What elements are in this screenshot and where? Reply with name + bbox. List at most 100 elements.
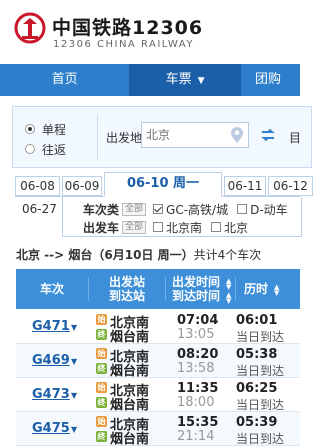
depart-station-label: 出发车 bbox=[83, 220, 120, 235]
to-station: 烟台南 bbox=[110, 330, 150, 345]
train-type-all-button[interactable]: 全部 bbox=[122, 202, 147, 216]
depart-time: 07:04 bbox=[177, 313, 219, 328]
results-table-header: 车次 出发站 到达站 出发时间 到达时间 ▲ ▼ ▲ ▼ 历时 ▲ ▼ bbox=[16, 269, 300, 309]
depart-time: 08:20 bbox=[177, 347, 219, 362]
main-nav: 首页 车票 ▼ 团购 bbox=[0, 64, 300, 96]
sort-depart-icon[interactable]: ▲ ▼ bbox=[226, 278, 231, 291]
one-way-label: 单程 bbox=[42, 122, 67, 137]
beijingnan-checkbox[interactable] bbox=[153, 222, 164, 232]
date-tab-0609[interactable]: 06-09 bbox=[62, 176, 102, 196]
d-label: D-动车 bbox=[250, 202, 288, 217]
col-train[interactable]: 车次 bbox=[16, 269, 88, 309]
site-header: 中国铁路12306 12306 CHINA RAILWAY bbox=[0, 0, 300, 64]
summary-count: 共计4个车次 bbox=[193, 248, 262, 262]
arrive-time: 13:58 bbox=[177, 361, 215, 376]
table-row[interactable]: G469 ▼ 始 北京南 终 烟台南 08:20 13:58 05:38 当日到… bbox=[16, 344, 300, 379]
col-stations[interactable]: 出发站 到达站 bbox=[89, 269, 165, 309]
date-tab-0612[interactable]: 06-12 bbox=[268, 176, 313, 196]
chevron-down-icon[interactable]: ▼ bbox=[71, 391, 77, 400]
start-station-badge: 始 bbox=[96, 416, 107, 427]
one-way-radio[interactable] bbox=[25, 124, 35, 134]
sort-arrive-icon[interactable]: ▲ ▼ bbox=[226, 292, 231, 305]
train-number-link[interactable]: G469 bbox=[32, 353, 70, 368]
summary-route: 北京 --> 烟台 bbox=[16, 248, 93, 262]
chevron-down-icon[interactable]: ▼ bbox=[71, 357, 77, 366]
end-station-badge: 终 bbox=[96, 397, 107, 408]
depart-station-all-button[interactable]: 全部 bbox=[122, 220, 147, 234]
date-tab-0610[interactable]: 06-10 周一 bbox=[104, 172, 222, 197]
train-type-filter: 车次类 全部 GC-高铁/城 D-动车 bbox=[83, 201, 297, 217]
depart-station-filter: 出发车 全部 北京南 北京 bbox=[83, 219, 257, 235]
search-panel: 单程 往返 出发地 目 bbox=[12, 106, 312, 168]
table-row[interactable]: G473 ▼ 始 北京南 终 烟台南 11:35 18:00 06:25 当日到… bbox=[16, 378, 300, 413]
arrive-time: 21:14 bbox=[177, 429, 215, 444]
end-station-badge: 终 bbox=[96, 431, 107, 442]
col-duration-label: 历时 bbox=[243, 282, 268, 296]
arrival-day: 当日到达 bbox=[236, 398, 285, 412]
chevron-down-icon[interactable]: ▼ bbox=[71, 425, 77, 434]
summary-date: （6月10日 周一） bbox=[92, 248, 194, 262]
duration: 06:25 bbox=[236, 381, 278, 396]
result-summary: 北京 --> 烟台（6月10日 周一）共计4个车次 bbox=[16, 246, 261, 263]
train-number-link[interactable]: G473 bbox=[32, 387, 70, 402]
from-label: 出发地 bbox=[106, 131, 143, 145]
to-station: 烟台南 bbox=[110, 432, 150, 446]
depart-time: 15:35 bbox=[177, 415, 219, 430]
to-station: 烟台南 bbox=[110, 398, 150, 413]
col-train-label: 车次 bbox=[39, 282, 64, 296]
col-arrive-time-label: 到达时间 bbox=[171, 289, 220, 303]
table-row[interactable]: G471 ▼ 始 北京南 终 烟台南 07:04 13:05 06:01 当日到… bbox=[16, 310, 300, 345]
site-title: 中国铁路12306 bbox=[52, 17, 204, 39]
train-number-link[interactable]: G475 bbox=[32, 421, 70, 436]
chevron-down-icon[interactable]: ▼ bbox=[71, 323, 77, 332]
filter-date-label: 06-27 bbox=[22, 202, 57, 216]
site-subtitle: 12306 CHINA RAILWAY bbox=[53, 39, 194, 50]
round-trip-label: 往返 bbox=[42, 142, 67, 157]
col-duration[interactable]: 历时 bbox=[236, 269, 276, 309]
arrive-time: 18:00 bbox=[177, 395, 215, 410]
beijing-label: 北京 bbox=[224, 220, 249, 235]
start-station-badge: 始 bbox=[96, 348, 107, 359]
d-checkbox[interactable] bbox=[237, 204, 248, 214]
duration: 05:38 bbox=[236, 347, 278, 362]
table-row[interactable]: G475 ▼ 始 北京南 终 烟台南 15:35 21:14 05:39 当日到… bbox=[16, 412, 300, 446]
round-trip-radio[interactable] bbox=[25, 144, 35, 154]
beijing-checkbox[interactable] bbox=[211, 222, 222, 232]
round-trip-option[interactable]: 往返 bbox=[25, 139, 66, 159]
location-pin-icon[interactable] bbox=[231, 127, 243, 143]
arrive-time: 13:05 bbox=[177, 327, 215, 342]
trip-type-group: 单程 往返 bbox=[25, 119, 66, 159]
divider bbox=[97, 115, 98, 159]
chevron-down-icon: ▼ bbox=[197, 76, 205, 86]
end-station-badge: 终 bbox=[96, 329, 107, 340]
gc-label: GC-高铁/城 bbox=[166, 202, 229, 217]
nav-tickets[interactable]: 车票 ▼ bbox=[129, 64, 241, 96]
beijingnan-label: 北京南 bbox=[166, 220, 203, 235]
gc-checkbox[interactable] bbox=[153, 204, 164, 214]
train-type-label: 车次类 bbox=[83, 202, 120, 217]
date-tab-0611[interactable]: 06-11 bbox=[224, 176, 266, 196]
start-station-badge: 始 bbox=[96, 382, 107, 393]
duration: 05:39 bbox=[236, 415, 278, 430]
train-number-link[interactable]: G471 bbox=[32, 319, 70, 334]
one-way-option[interactable]: 单程 bbox=[25, 119, 66, 139]
col-to-label: 到达站 bbox=[108, 289, 145, 303]
nav-group-purchase[interactable]: 团购 bbox=[241, 64, 300, 96]
end-station-badge: 终 bbox=[96, 363, 107, 374]
to-station: 烟台南 bbox=[110, 364, 150, 379]
arrival-day: 当日到达 bbox=[236, 330, 285, 344]
arrival-day: 当日到达 bbox=[236, 432, 285, 446]
to-label: 目 bbox=[289, 131, 302, 145]
arrival-day: 当日到达 bbox=[236, 364, 285, 378]
date-tab-0608[interactable]: 06-08 bbox=[15, 176, 60, 196]
duration: 06:01 bbox=[236, 313, 278, 328]
col-depart-time-label: 出发时间 bbox=[171, 275, 220, 289]
filter-box: 车次类 全部 GC-高铁/城 D-动车 出发车 全部 北京南 北京 bbox=[62, 197, 302, 237]
nav-home[interactable]: 首页 bbox=[0, 64, 129, 96]
col-from-label: 出发站 bbox=[108, 275, 145, 289]
depart-time: 11:35 bbox=[177, 381, 219, 396]
swap-icon[interactable] bbox=[261, 129, 275, 141]
col-times[interactable]: 出发时间 到达时间 bbox=[166, 269, 226, 309]
sort-duration-icon[interactable]: ▲ ▼ bbox=[274, 284, 279, 297]
china-railway-logo-icon[interactable] bbox=[14, 12, 46, 44]
